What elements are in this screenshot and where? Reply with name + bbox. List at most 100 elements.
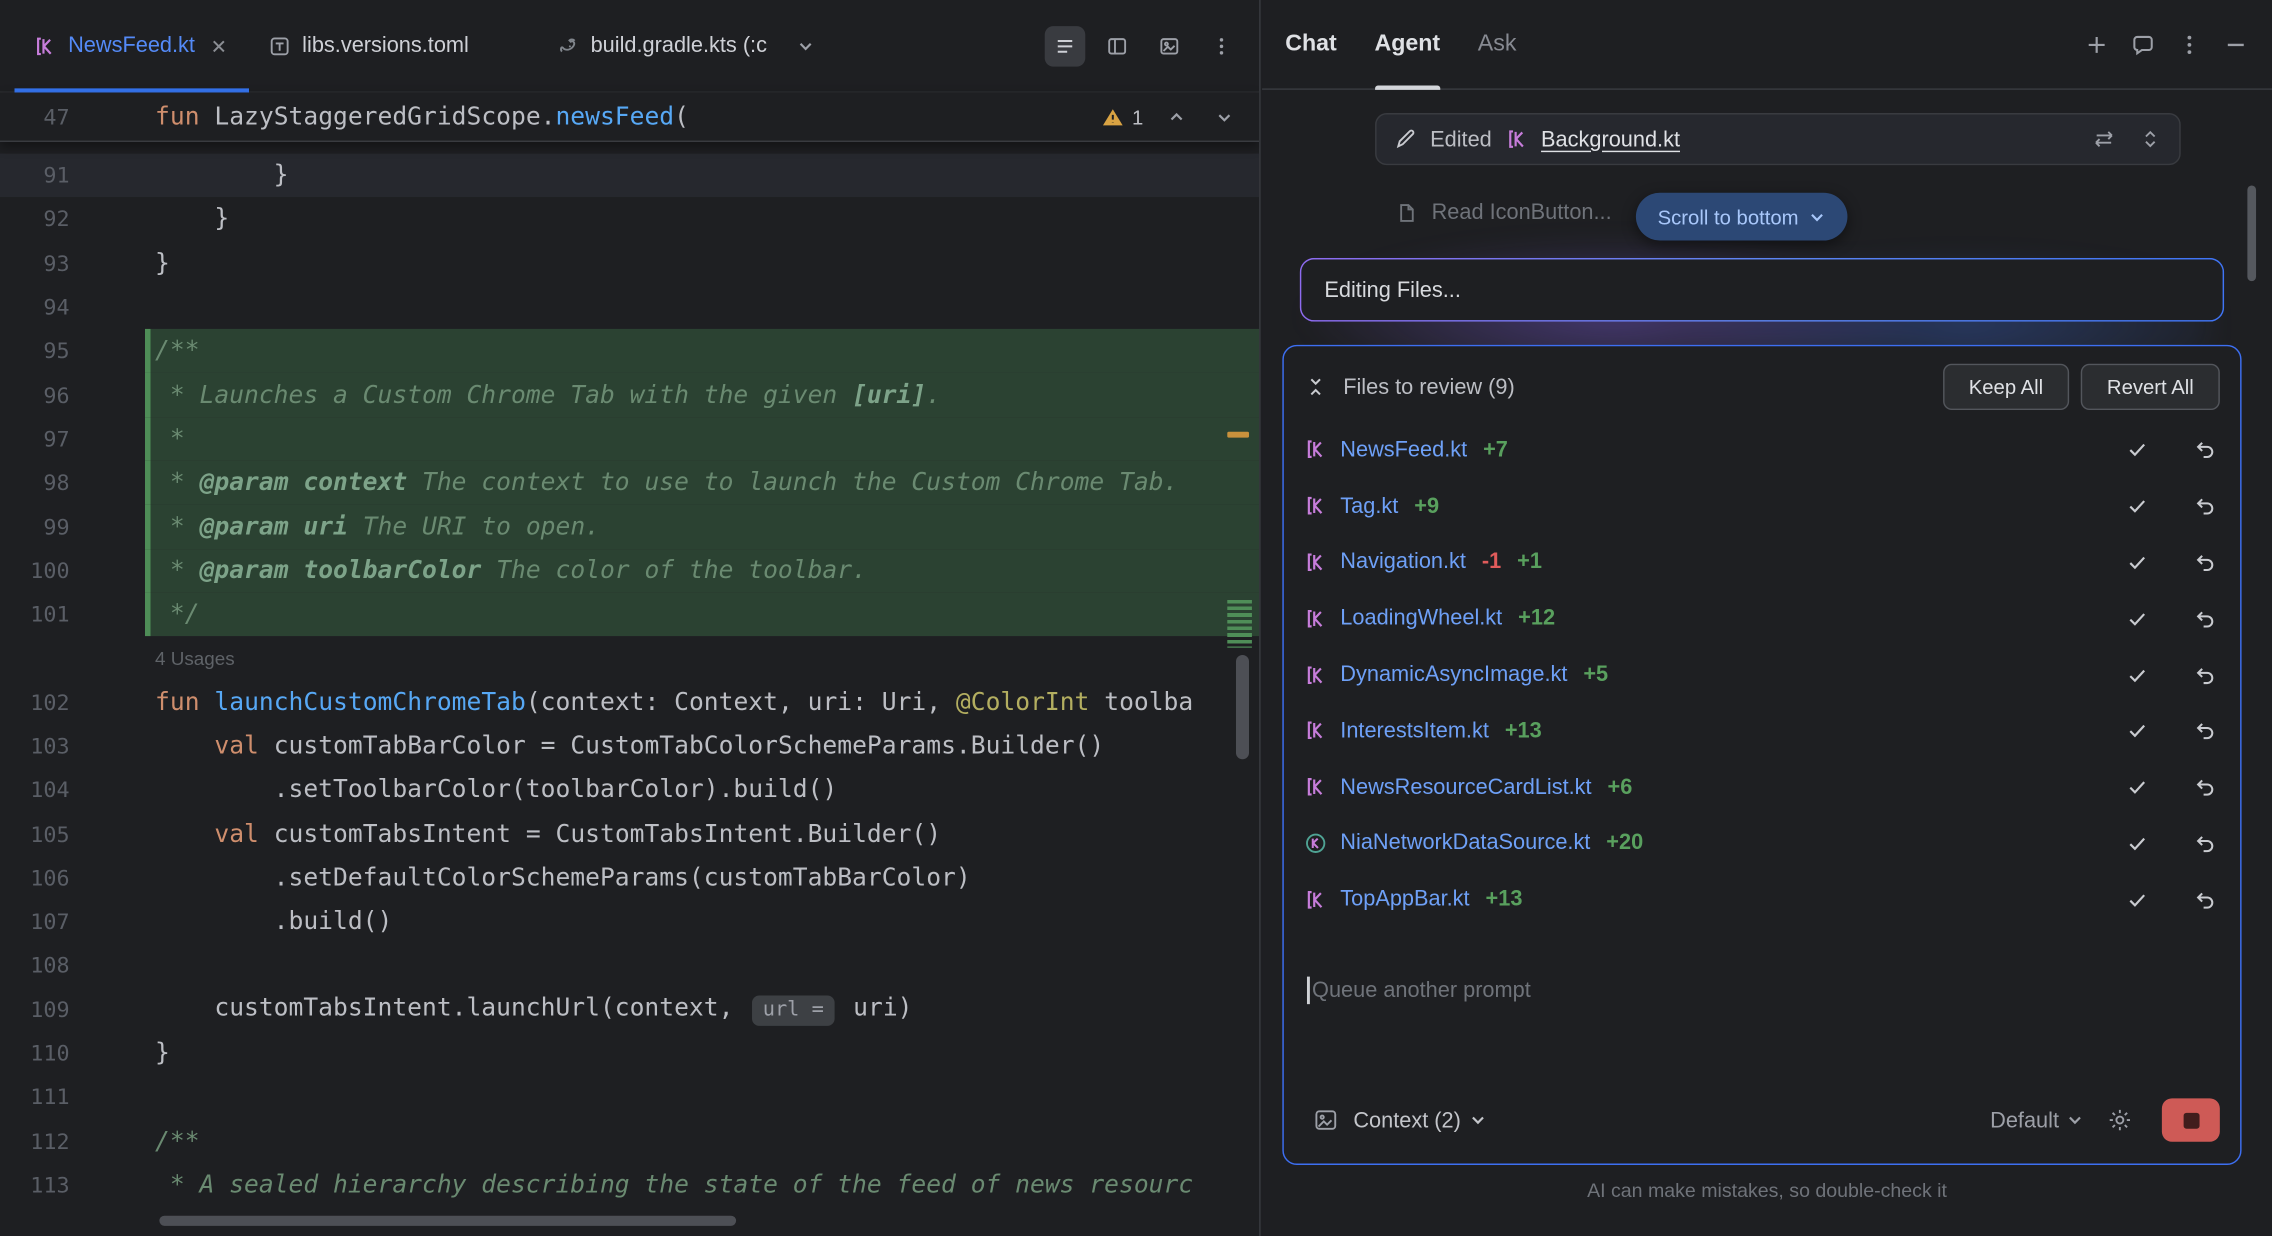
file-link[interactable]: NewsFeed.kt — [1340, 437, 1467, 462]
line-number: 102 — [0, 689, 70, 715]
open-diff-icon[interactable] — [2092, 128, 2115, 151]
ide-window: NewsFeed.kt libs.versions.toml build.gra… — [0, 0, 2272, 1236]
vertical-scrollbar[interactable] — [1236, 655, 1249, 759]
file-link[interactable]: Tag.kt — [1340, 494, 1398, 519]
model-selector[interactable]: Default — [1990, 1108, 2084, 1133]
revert-file-undo-icon[interactable] — [2194, 888, 2217, 911]
keep-file-check-icon[interactable] — [2126, 551, 2149, 574]
stop-button[interactable] — [2162, 1098, 2220, 1141]
code-text: } — [155, 249, 170, 278]
inspection-widget: 1 — [1102, 93, 1239, 142]
added-count: +20 — [1606, 831, 1643, 856]
line-number: 105 — [0, 821, 70, 847]
code-text: val customTabBarColor = CustomTabColorSc… — [155, 732, 1104, 761]
gear-icon[interactable] — [2107, 1107, 2133, 1133]
warning-stripe-mark[interactable] — [1227, 432, 1249, 438]
code-text: 4 Usages — [155, 644, 235, 673]
tab-agent[interactable]: Agent — [1374, 0, 1440, 89]
revert-file-undo-icon[interactable] — [2194, 719, 2217, 742]
code-line: 102fun launchCustomChromeTab(context: Co… — [0, 680, 1259, 724]
collapse-icon[interactable] — [1304, 375, 1327, 398]
code-line: 99 * @param uri The URI to open. — [0, 505, 1259, 549]
file-link[interactable]: Navigation.kt — [1340, 550, 1466, 575]
kebab-menu-icon[interactable] — [1201, 25, 1242, 66]
read-file-row[interactable]: Read IconButton... — [1395, 200, 1611, 225]
structure-view-icon[interactable] — [1045, 25, 1086, 66]
prompt-placeholder: Queue another prompt — [1312, 978, 1531, 1003]
split-editor-icon[interactable] — [1097, 25, 1138, 66]
added-lines-stripe-mark[interactable] — [1227, 600, 1252, 648]
model-label: Default — [1990, 1108, 2059, 1133]
tab-newsfeed[interactable]: NewsFeed.kt — [14, 0, 248, 92]
file-link[interactable]: LoadingWheel.kt — [1340, 606, 1502, 631]
warning-count: 1 — [1132, 106, 1143, 129]
new-chat-plus-icon[interactable] — [2084, 31, 2110, 57]
kotlin-file-icon — [1304, 438, 1327, 461]
keep-file-check-icon[interactable] — [2126, 775, 2149, 798]
agent-status-label: Editing Files... — [1324, 277, 1461, 302]
keep-file-check-icon[interactable] — [2126, 663, 2149, 686]
file-link[interactable]: DynamicAsyncImage.kt — [1340, 662, 1567, 687]
chat-scrollbar[interactable] — [2247, 185, 2256, 281]
tab-build-gradle-kts[interactable]: build.gradle.kts (:c — [537, 0, 786, 92]
prompt-input-area[interactable]: Queue another prompt — [1304, 928, 2220, 1005]
tab-libs-versions-toml[interactable]: libs.versions.toml — [249, 0, 488, 92]
code-line: 111 — [0, 1075, 1259, 1119]
line-number: 95 — [0, 338, 70, 364]
keep-file-check-icon[interactable] — [2126, 494, 2149, 517]
close-icon[interactable] — [207, 34, 230, 57]
revert-file-undo-icon[interactable] — [2194, 438, 2217, 461]
keep-file-check-icon[interactable] — [2126, 888, 2149, 911]
line-number: 96 — [0, 382, 70, 408]
chat-history-icon[interactable] — [2130, 31, 2156, 57]
code-editor[interactable]: 91 }92 }93}9495/**96 * Launches a Custom… — [0, 142, 1259, 1207]
file-link[interactable]: NiaNetworkDataSource.kt — [1340, 831, 1590, 856]
prev-warning-chevron-up-icon[interactable] — [1162, 103, 1191, 132]
revert-file-undo-icon[interactable] — [2194, 775, 2217, 798]
file-review-list: NewsFeed.kt+7Tag.kt+9Navigation.kt-1+1Lo… — [1304, 422, 2220, 928]
sticky-context-line[interactable]: 47 fun LazyStaggeredGridScope.newsFeed( … — [0, 93, 1259, 142]
file-link[interactable]: InterestsItem.kt — [1340, 719, 1489, 744]
revert-file-undo-icon[interactable] — [2194, 832, 2217, 855]
revert-file-undo-icon[interactable] — [2194, 551, 2217, 574]
line-number: 97 — [0, 426, 70, 452]
expand-collapse-icon[interactable] — [2139, 128, 2162, 151]
next-warning-chevron-down-icon[interactable] — [1210, 103, 1239, 132]
code-line: 93} — [0, 241, 1259, 285]
keep-file-check-icon[interactable] — [2126, 719, 2149, 742]
code-text: * Launches a Custom Chrome Tab with the … — [155, 381, 941, 410]
revert-all-button[interactable]: Revert All — [2081, 364, 2220, 410]
code-text: } — [155, 1039, 170, 1068]
tab-ask[interactable]: Ask — [1478, 0, 1517, 89]
keep-all-button[interactable]: Keep All — [1943, 364, 2070, 410]
keep-file-check-icon[interactable] — [2126, 607, 2149, 630]
line-number: 101 — [0, 601, 70, 627]
edited-file-link[interactable]: Background.kt — [1541, 127, 1680, 152]
kotlin-file-icon — [1304, 494, 1327, 517]
preview-image-icon[interactable] — [1149, 25, 1190, 66]
keep-file-check-icon[interactable] — [2126, 438, 2149, 461]
warning-badge[interactable]: 1 — [1102, 106, 1144, 129]
horizontal-scrollbar[interactable] — [159, 1216, 736, 1226]
added-count: +12 — [1518, 606, 1555, 631]
hidden-tabs-chevron-icon[interactable] — [786, 25, 827, 66]
kotlin-file-icon — [33, 34, 56, 57]
revert-file-undo-icon[interactable] — [2194, 494, 2217, 517]
code-line: 105 val customTabsIntent = CustomTabsInt… — [0, 812, 1259, 856]
scroll-to-bottom-label: Scroll to bottom — [1658, 205, 1799, 228]
file-link[interactable]: NewsResourceCardList.kt — [1340, 775, 1591, 800]
code-line: 106 .setDefaultColorSchemeParams(customT… — [0, 856, 1259, 900]
context-label: Context (2) — [1353, 1108, 1461, 1133]
toml-file-icon — [267, 34, 290, 57]
hide-panel-icon[interactable] — [2223, 31, 2249, 57]
revert-file-undo-icon[interactable] — [2194, 663, 2217, 686]
keep-file-check-icon[interactable] — [2126, 832, 2149, 855]
revert-file-undo-icon[interactable] — [2194, 607, 2217, 630]
attach-image-icon[interactable] — [1313, 1107, 1339, 1133]
edited-card-actions — [2092, 128, 2162, 151]
scroll-to-bottom-button[interactable]: Scroll to bottom — [1636, 193, 1848, 241]
file-link[interactable]: TopAppBar.kt — [1340, 887, 1469, 912]
context-selector[interactable]: Context (2) — [1353, 1108, 1487, 1133]
kebab-menu-icon[interactable] — [2176, 31, 2202, 57]
edited-file-card[interactable]: Edited Background.kt — [1375, 113, 2181, 165]
